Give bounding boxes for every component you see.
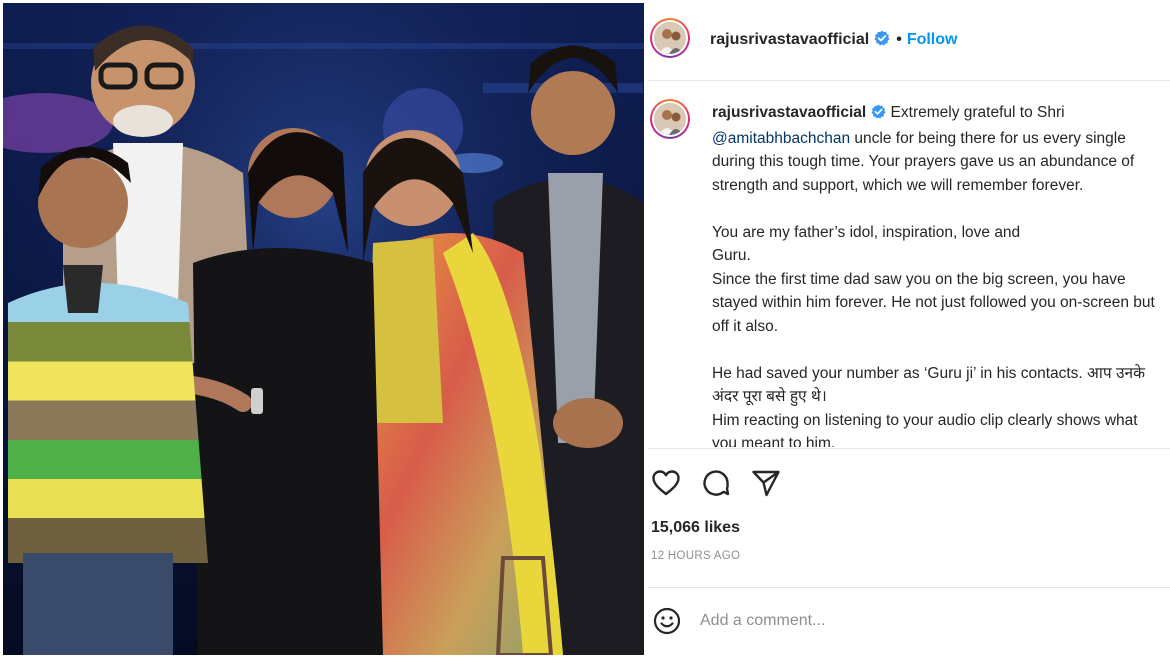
caption-line-8: stayed within him forever. He not just f…: [712, 294, 1155, 311]
caption-line-9: off it also.: [712, 317, 779, 335]
caption-line-4: strength and support, which we will reme…: [712, 176, 1084, 194]
caption-line-11: अंदर पूरा बसे हुए थे।: [712, 388, 827, 405]
username-link[interactable]: rajusrivastavaofficial: [710, 31, 869, 48]
caption-line-5: You are my father’s idol, inspiration, l…: [712, 223, 1021, 241]
post-actions: 15,066 likes 12 HOURS AGO: [648, 448, 1170, 587]
avatar-image: [654, 103, 686, 135]
caption-line-1: Extremely grateful to Shri: [890, 104, 1065, 121]
caption-avatar[interactable]: [650, 99, 690, 139]
comment-input[interactable]: [700, 608, 1120, 634]
caption-line-13: you meant to him.: [712, 435, 836, 447]
avatar[interactable]: [650, 18, 690, 58]
avatar-image: [654, 22, 686, 54]
separator-dot: •: [896, 31, 902, 48]
post-header: rajusrivastavaofficial • Follow: [648, 0, 1170, 81]
verified-badge-icon: [874, 30, 890, 51]
caption-line-7: Since the first time dad saw you on the …: [712, 270, 1126, 288]
caption-username[interactable]: rajusrivastavaofficial: [712, 104, 866, 121]
heart-icon[interactable]: [650, 467, 682, 499]
comment-bar: [648, 587, 1170, 658]
caption-line-2: uncle for being there for us every singl…: [850, 129, 1126, 147]
paper-plane-icon[interactable]: [750, 467, 782, 499]
post-panel: rajusrivastavaofficial • Follow rajusriv…: [648, 0, 1170, 658]
caption-line-6: Guru.: [712, 247, 751, 264]
family-photo-illustration: [3, 3, 644, 655]
verified-badge-icon: [871, 103, 886, 127]
post-caption: rajusrivastavaofficial Extremely gratefu…: [712, 101, 1170, 447]
comment-bubble-icon[interactable]: [700, 467, 732, 499]
post-photo: [3, 3, 644, 655]
mention-link[interactable]: @amitabhbachchan: [712, 130, 850, 147]
follow-button[interactable]: Follow: [907, 31, 958, 48]
post-timestamp[interactable]: 12 HOURS AGO: [651, 550, 740, 562]
caption-line-3: during this tough time. Your prayers gav…: [712, 153, 1135, 170]
likes-count[interactable]: 15,066 likes: [651, 519, 740, 537]
caption-line-10: He had saved your number as ‘Guru ji’ in…: [712, 364, 1146, 382]
caption-area: rajusrivastavaofficial Extremely gratefu…: [648, 81, 1170, 447]
caption-line-12: Him reacting on listening to your audio …: [712, 411, 1138, 429]
smiley-icon[interactable]: [651, 605, 683, 637]
